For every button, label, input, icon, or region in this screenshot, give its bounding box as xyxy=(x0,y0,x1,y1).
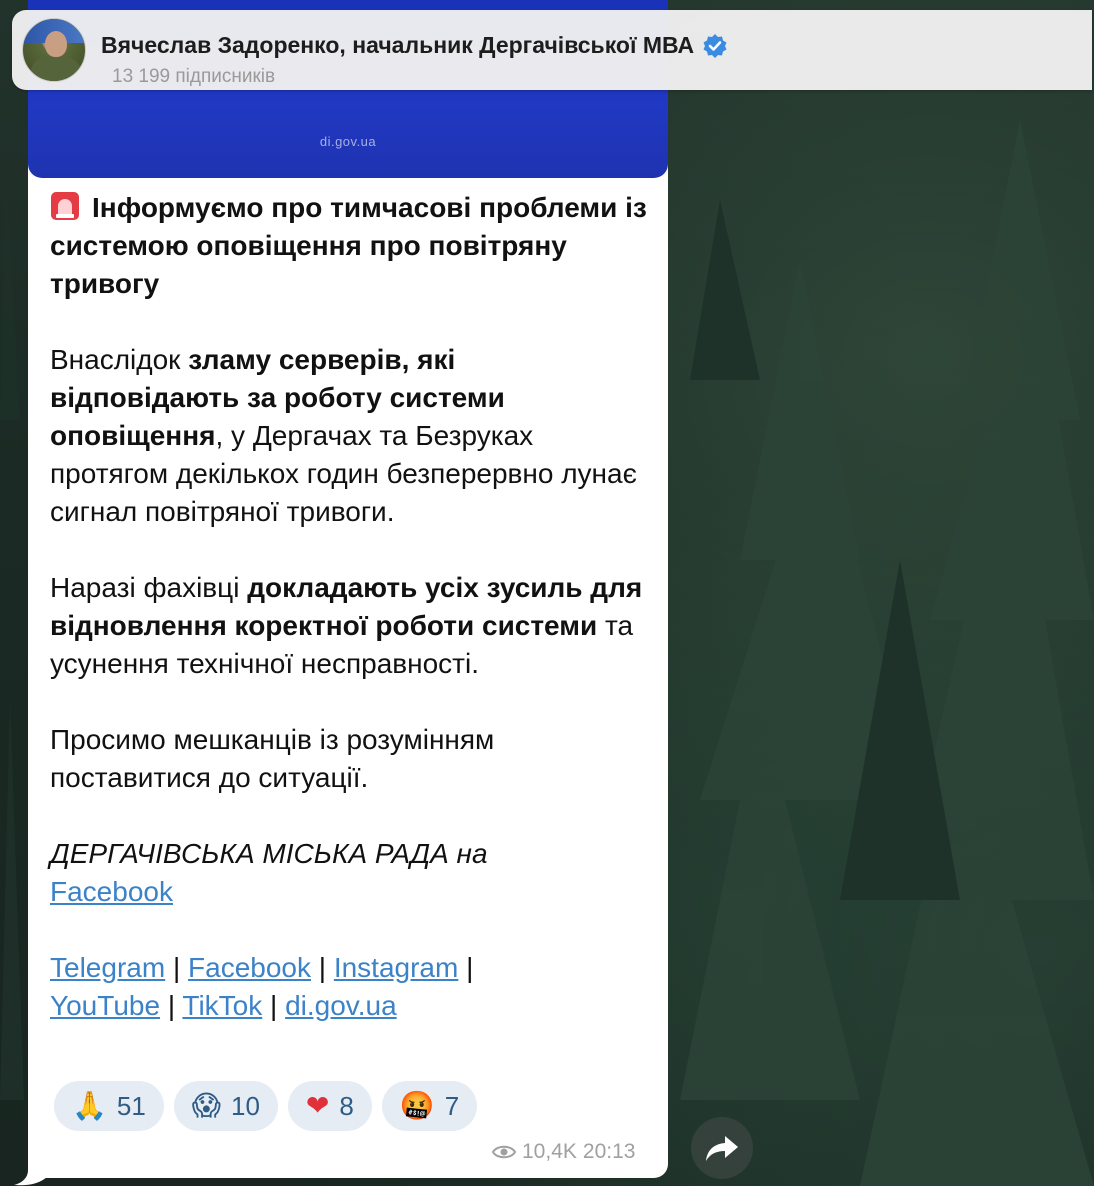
siren-icon xyxy=(51,192,79,220)
telegram-link[interactable]: Telegram xyxy=(50,952,165,983)
message-paragraph-2: Наразі фахівці докладають усіх зусиль дл… xyxy=(50,572,643,679)
channel-title: Вячеслав Задоренко, начальник Дергачівсь… xyxy=(101,32,728,59)
message-time: 20:13 xyxy=(582,1140,636,1163)
scream-icon: 😱 xyxy=(191,1089,221,1122)
message-paragraph-3: Просимо мешканців із розумінням поставит… xyxy=(50,724,495,793)
message-bubble: di.gov.ua Інформуємо про тимчасові пробл… xyxy=(28,0,668,1178)
reaction-angry[interactable]: 🤬 7 xyxy=(381,1081,478,1131)
channel-avatar[interactable] xyxy=(22,18,86,82)
channel-name: Вячеслав Задоренко, начальник Дергачівсь… xyxy=(101,32,695,58)
reaction-count: 7 xyxy=(444,1090,460,1121)
message-meta: 10,4K 20:13 xyxy=(492,1140,635,1164)
reaction-pray[interactable]: 🙏 51 xyxy=(54,1081,164,1131)
social-links: Telegram | Facebook | Instagram | YouTub… xyxy=(50,952,474,1021)
reaction-count: 10 xyxy=(231,1090,260,1121)
facebook-source-link[interactable]: Facebook xyxy=(50,876,173,907)
message-headline: Інформуємо про тимчасові проблеми із сис… xyxy=(50,192,647,299)
heart-icon: ❤ xyxy=(305,1089,330,1122)
view-count: 10,4K xyxy=(522,1140,577,1163)
website-link[interactable]: di.gov.ua xyxy=(285,990,397,1021)
bubble-tail xyxy=(14,1156,48,1186)
reactions-bar: 🙏 51 😱 10 ❤ 8 🤬 7 xyxy=(54,1081,478,1131)
youtube-link[interactable]: YouTube xyxy=(50,990,160,1021)
verified-badge-icon xyxy=(703,33,727,58)
message-source: ДЕРГАЧІВСЬКА МІСЬКА РАДА на Facebook xyxy=(50,838,488,907)
instagram-link[interactable]: Instagram xyxy=(334,952,459,983)
pray-icon: 🙏 xyxy=(72,1089,107,1122)
subscriber-count: 13 199 підписників xyxy=(112,66,276,87)
channel-header[interactable]: Вячеслав Задоренко, начальник Дергачівсь… xyxy=(12,10,1092,90)
share-button[interactable] xyxy=(691,1117,753,1179)
message-paragraph-1: Внаслідок зламу серверів, які відповідаю… xyxy=(50,344,637,527)
image-site-label: di.gov.ua xyxy=(319,134,377,149)
reaction-scream[interactable]: 😱 10 xyxy=(173,1081,278,1131)
angry-cursing-icon: 🤬 xyxy=(399,1089,435,1122)
facebook-link[interactable]: Facebook xyxy=(188,952,311,983)
reaction-count: 8 xyxy=(339,1090,354,1121)
tiktok-link[interactable]: TikTok xyxy=(182,990,262,1021)
message-text: Інформуємо про тимчасові проблеми із сис… xyxy=(50,189,650,1063)
eye-icon xyxy=(492,1145,516,1159)
reaction-count: 51 xyxy=(116,1090,146,1121)
share-arrow-icon xyxy=(706,1136,738,1161)
reaction-heart[interactable]: ❤ 8 xyxy=(287,1081,372,1131)
